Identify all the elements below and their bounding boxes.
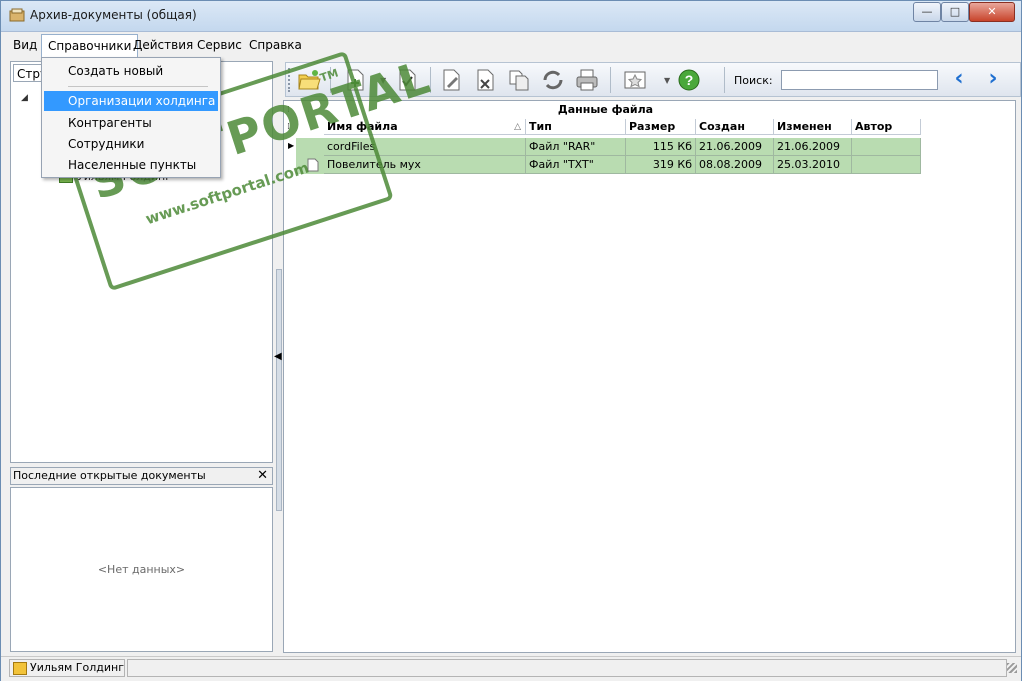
search-label: Поиск:	[734, 74, 773, 87]
sort-ascending-icon: △	[514, 122, 521, 132]
column-header-type[interactable]: Тип	[526, 119, 626, 135]
menu-item-settlements[interactable]: Населенные пункты	[44, 155, 218, 175]
delete-document-icon[interactable]	[472, 67, 498, 93]
new-document-icon[interactable]	[342, 67, 368, 93]
open-folder-icon[interactable]	[296, 67, 322, 93]
cell-created: 21.06.2009	[696, 138, 774, 156]
cell-size: 319 Кб	[626, 156, 696, 174]
menu-item-create-new[interactable]: Создать новый	[44, 61, 218, 81]
help-icon[interactable]: ?	[676, 67, 702, 93]
cell-type: Файл "RAR"	[526, 138, 626, 156]
svg-text:?: ?	[685, 72, 694, 88]
column-header-size[interactable]: Размер	[626, 119, 696, 135]
cell-author	[852, 138, 921, 156]
collapse-left-icon[interactable]: ◀	[274, 351, 282, 362]
cell-modified: 25.03.2010	[774, 156, 852, 174]
file-icon	[307, 158, 319, 172]
grid-grip-icon: ⁞	[287, 105, 290, 115]
cell-created: 08.08.2009	[696, 156, 774, 174]
maximize-button[interactable]: □	[941, 2, 969, 22]
toolbar-separator	[724, 67, 725, 93]
empty-placeholder: <Нет данных>	[97, 563, 186, 576]
status-user-panel: Уильям Голдинг	[9, 659, 125, 677]
column-header-name[interactable]: Имя файла △	[324, 119, 526, 135]
tree-expand-icon[interactable]: ◢	[21, 93, 28, 103]
cell-name: cordFiles	[324, 138, 526, 156]
menu-help[interactable]: Справка	[243, 34, 308, 56]
print-icon[interactable]	[574, 67, 600, 93]
menu-item-employees[interactable]: Сотрудники	[44, 134, 218, 154]
group-header: Данные файла	[557, 103, 654, 116]
table-row[interactable]: Повелитель мух Файл "TXT" 319 Кб 08.08.2…	[296, 156, 921, 174]
file-data-grid: ⁞ Данные файла ⁞ Имя файла △ Тип Размер …	[283, 100, 1016, 653]
dropdown-arrow-icon[interactable]: ▼	[380, 76, 386, 85]
toolbar-separator	[430, 67, 431, 93]
column-header-created[interactable]: Создан	[696, 119, 774, 135]
minimize-button[interactable]: —	[913, 2, 941, 22]
search-input[interactable]	[781, 70, 938, 90]
edit-document-icon[interactable]	[438, 67, 464, 93]
menu-actions[interactable]: Действия	[127, 34, 199, 56]
close-button[interactable]: ✕	[969, 2, 1015, 22]
current-row-indicator-icon: ▶	[288, 141, 295, 150]
menu-item-counterparties[interactable]: Контрагенты	[44, 113, 218, 133]
toolbar-grip[interactable]	[288, 68, 293, 92]
close-icon[interactable]: ✕	[257, 468, 268, 484]
table-row[interactable]: cordFiles Файл "RAR" 115 Кб 21.06.2009 2…	[296, 138, 921, 156]
reference-books-dropdown: Создать новый Организации холдинга Контр…	[41, 57, 221, 178]
menu-view[interactable]: Вид	[7, 34, 43, 56]
dropdown-arrow-icon[interactable]: ▼	[664, 76, 670, 85]
status-bar: Уильям Голдинг	[1, 656, 1021, 681]
column-header-label: Имя файла	[327, 120, 398, 133]
cell-type: Файл "TXT"	[526, 156, 626, 174]
user-icon	[13, 662, 27, 675]
panel-splitter[interactable]: ◀	[273, 61, 283, 653]
toolbar-separator	[610, 67, 611, 93]
cell-name: Повелитель мух	[324, 156, 526, 174]
splitter-handle[interactable]	[276, 269, 282, 511]
forward-arrow-icon[interactable]: ›	[981, 68, 1005, 92]
favorites-icon[interactable]	[622, 67, 648, 93]
column-chooser-icon[interactable]: ⁞	[287, 122, 290, 132]
copy-document-icon[interactable]	[506, 67, 532, 93]
recent-documents-header: Последние открытые документы ✕	[10, 467, 273, 485]
menu-service[interactable]: Сервис	[191, 34, 248, 56]
status-user-label: Уильям Голдинг	[30, 661, 124, 674]
app-icon	[9, 8, 25, 22]
menu-reference-books[interactable]: Справочники	[41, 34, 139, 57]
recent-documents-title: Последние открытые документы	[13, 469, 206, 482]
resize-grip[interactable]	[1007, 663, 1017, 673]
check-document-icon[interactable]	[394, 67, 420, 93]
menu-separator	[68, 86, 208, 87]
cell-modified: 21.06.2009	[774, 138, 852, 156]
status-panel-empty	[127, 659, 1007, 677]
app-window: Архив-документы (общая) — □ ✕ Вид Справо…	[0, 0, 1022, 681]
menu-bar: Вид Справочники Действия Сервис Справка	[1, 34, 1021, 58]
back-arrow-icon[interactable]: ‹	[947, 68, 971, 92]
menu-item-holding-organizations[interactable]: Организации холдинга	[44, 91, 218, 111]
toolbar-separator	[330, 67, 331, 93]
cell-size: 115 Кб	[626, 138, 696, 156]
column-header-modified[interactable]: Изменен	[774, 119, 852, 135]
refresh-icon[interactable]	[540, 67, 566, 93]
recent-documents-list: <Нет данных>	[10, 487, 273, 652]
column-header-author[interactable]: Автор	[852, 119, 921, 135]
window-title: Архив-документы (общая)	[30, 8, 197, 22]
cell-author	[852, 156, 921, 174]
toolbar: ▼ ▼ ? Поиск: ‹ ›	[285, 62, 1021, 97]
title-bar: Архив-документы (общая) — □ ✕	[1, 1, 1021, 32]
